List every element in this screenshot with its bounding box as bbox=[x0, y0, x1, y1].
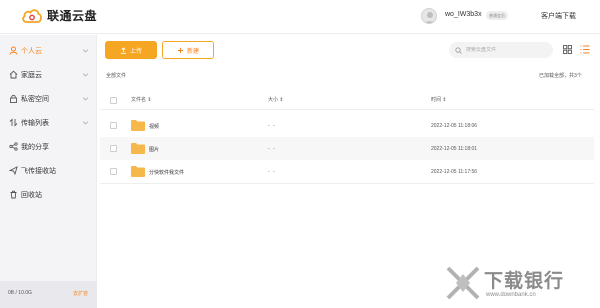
sidebar-item-label: 飞传接收站 bbox=[21, 167, 56, 175]
file-name[interactable]: 分快软件我文件 bbox=[149, 169, 184, 176]
table-row[interactable] bbox=[100, 137, 594, 160]
watermark-logo-icon bbox=[446, 266, 480, 300]
sidebar-item-transfer-list[interactable]: 传输列表 bbox=[0, 112, 97, 133]
sidebar-item-my-shares[interactable]: 我的分享 bbox=[0, 136, 97, 157]
row-checkbox[interactable] bbox=[110, 145, 117, 152]
sidebar-item-label: 家庭云 bbox=[21, 71, 42, 79]
sidebar-item-label: 我的分享 bbox=[21, 143, 49, 151]
sidebar-item-label: 私密空间 bbox=[21, 95, 49, 103]
app-logo[interactable]: 联通云盘 bbox=[22, 7, 97, 24]
search-icon bbox=[455, 46, 462, 54]
sidebar: 个人云 家庭云 私密空间 传输列表 我的分享 飞传接收站 回收站 0B / 10… bbox=[0, 35, 97, 308]
file-time: 2022-12-05 11:18:06 bbox=[431, 123, 478, 129]
share-icon bbox=[8, 142, 18, 152]
loaded-status: 已加载全部，共3个 bbox=[539, 73, 582, 79]
chevron-down-icon[interactable] bbox=[82, 95, 89, 102]
watermark-url: www.downbank.cn bbox=[486, 292, 536, 298]
watermark: 下载银行 www.downbank.cn bbox=[444, 262, 600, 308]
row-checkbox[interactable] bbox=[110, 168, 117, 175]
select-all-checkbox[interactable] bbox=[110, 97, 117, 104]
folder-icon bbox=[131, 120, 145, 131]
column-header-size[interactable]: 大小 ⇕ bbox=[268, 96, 284, 103]
trash-icon bbox=[8, 190, 18, 200]
sidebar-item-private-space[interactable]: 私密空间 bbox=[0, 88, 97, 109]
send-icon bbox=[8, 166, 18, 176]
storage-usage: 0B / 10.0G bbox=[8, 290, 32, 296]
sidebar-item-flying-transfer[interactable]: 飞传接收站 bbox=[0, 160, 97, 181]
plus-icon bbox=[177, 47, 184, 53]
file-time: 2022-12-05 11:17:56 bbox=[431, 169, 478, 175]
search-box bbox=[449, 42, 553, 58]
file-name[interactable]: 视频 bbox=[149, 123, 159, 130]
transfer-icon bbox=[8, 118, 18, 128]
username[interactable]: wo_IW3b3x bbox=[445, 11, 482, 18]
table-row[interactable] bbox=[100, 114, 594, 137]
avatar[interactable] bbox=[421, 8, 437, 24]
search-input[interactable] bbox=[466, 47, 546, 53]
sidebar-item-label: 传输列表 bbox=[21, 119, 49, 127]
client-download-link[interactable]: 客户端下载 bbox=[541, 11, 576, 21]
chevron-down-icon[interactable] bbox=[82, 119, 89, 126]
file-size: - - bbox=[268, 123, 276, 129]
file-time: 2022-12-05 11:18:01 bbox=[431, 146, 478, 152]
row-checkbox[interactable] bbox=[110, 122, 117, 129]
grid-view-icon[interactable] bbox=[563, 45, 572, 54]
watermark-title: 下载银行 bbox=[484, 271, 565, 292]
new-button[interactable]: 新建 bbox=[162, 41, 214, 59]
column-header-name[interactable]: 文件名 ⇕ bbox=[131, 96, 152, 103]
list-view-icon[interactable] bbox=[580, 45, 590, 54]
new-label: 新建 bbox=[186, 48, 199, 55]
person-icon bbox=[8, 46, 18, 56]
folder-icon bbox=[131, 166, 145, 177]
top-header: 联通云盘 wo_IW3b3x 普通会员 客户端下载 bbox=[0, 0, 600, 34]
file-size: - - bbox=[268, 146, 276, 152]
file-size: - - bbox=[268, 169, 276, 175]
upload-button[interactable]: 上传 bbox=[105, 41, 157, 59]
chevron-down-icon[interactable] bbox=[82, 71, 89, 78]
upload-icon bbox=[120, 46, 127, 54]
home-icon bbox=[8, 70, 18, 80]
sidebar-item-personal-cloud[interactable]: 个人云 bbox=[0, 40, 97, 61]
app-name: 联通云盘 bbox=[47, 9, 98, 23]
upload-label: 上传 bbox=[129, 48, 142, 55]
expand-storage-link[interactable]: 去扩容 bbox=[73, 290, 88, 297]
sidebar-item-label: 个人云 bbox=[21, 47, 42, 55]
row-divider bbox=[100, 183, 594, 184]
lock-icon bbox=[8, 94, 18, 104]
chevron-down-icon[interactable] bbox=[82, 47, 89, 54]
sidebar-item-recycle-bin[interactable]: 回收站 bbox=[0, 184, 97, 205]
user-avatar-icon bbox=[424, 12, 436, 23]
column-header-time[interactable]: 时间 ⇕ bbox=[431, 96, 447, 103]
sidebar-item-family-cloud[interactable]: 家庭云 bbox=[0, 64, 97, 85]
cloud-logo-icon bbox=[22, 8, 42, 23]
member-badge: 普通会员 bbox=[486, 11, 508, 20]
folder-icon bbox=[131, 143, 145, 154]
header-divider bbox=[100, 109, 594, 110]
sidebar-item-label: 回收站 bbox=[21, 191, 42, 199]
file-name[interactable]: 图片 bbox=[149, 146, 159, 153]
breadcrumb[interactable]: 全部文件 bbox=[106, 72, 126, 79]
